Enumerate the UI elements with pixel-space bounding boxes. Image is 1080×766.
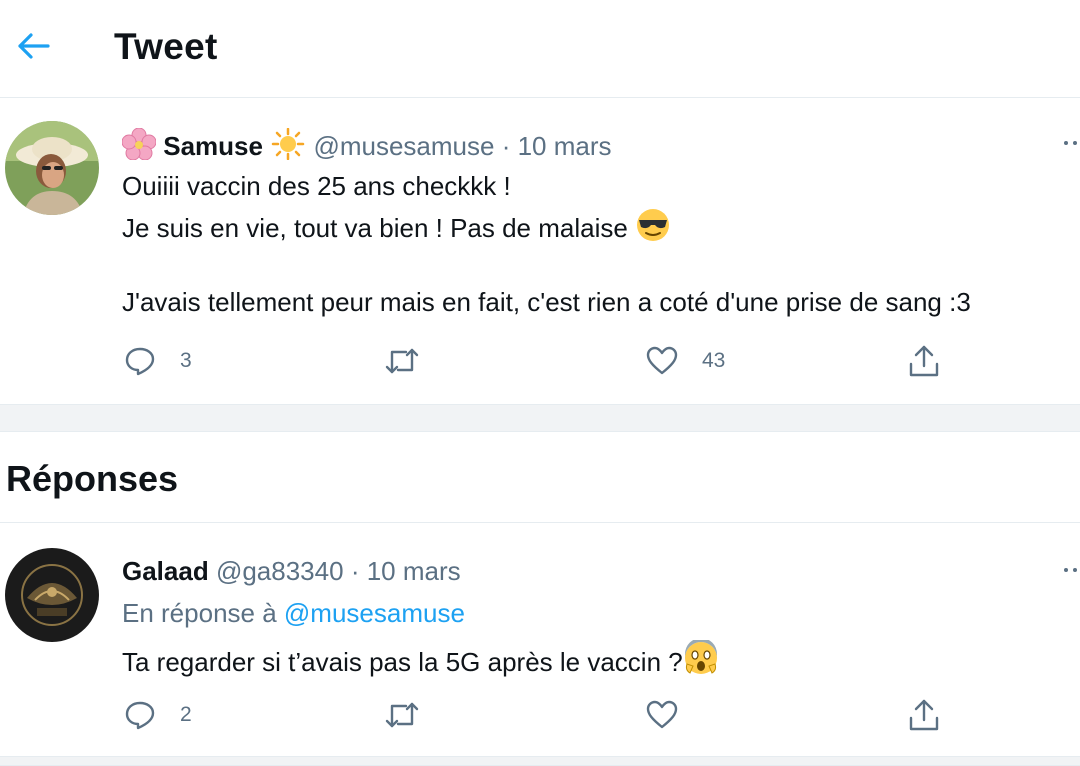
- bottom-divider: [0, 756, 1080, 766]
- reply-share-button[interactable]: [908, 698, 940, 732]
- retweet-icon: [385, 348, 419, 374]
- avatar-galaad[interactable]: [5, 548, 99, 642]
- reply-icon: [125, 701, 155, 730]
- reply-button[interactable]: 3: [124, 346, 192, 376]
- retweet-icon: [385, 702, 419, 728]
- author-name[interactable]: Samuse: [163, 131, 263, 161]
- reply-more-options-button[interactable]: [1064, 558, 1080, 582]
- reply-like-button[interactable]: [646, 700, 678, 730]
- share-icon: [909, 699, 939, 731]
- tweet-text-line-3: J'avais tellement peur mais en fait, c'e…: [122, 287, 971, 317]
- reply-text: Ta regarder si t’avais pas la 5G après l…: [122, 638, 719, 683]
- reply-reply-count: 2: [180, 703, 192, 726]
- like-count: 43: [702, 349, 726, 372]
- in-reply-prefix: En réponse à: [122, 598, 277, 628]
- like-button[interactable]: 43: [646, 346, 725, 376]
- tweet-text-line-1: Ouiiii vaccin des 25 ans checkkk !: [122, 171, 511, 201]
- reply-author-handle[interactable]: @ga83340: [216, 556, 344, 586]
- replies-heading: Réponses: [6, 458, 179, 499]
- tweet-text-line-2-text: Je suis en vie, tout va bien ! Pas de ma…: [122, 213, 628, 243]
- more-options-button[interactable]: [1064, 131, 1080, 155]
- share-button[interactable]: [908, 344, 940, 378]
- share-icon: [909, 345, 939, 377]
- retweet-button[interactable]: [384, 346, 420, 376]
- reply-reply-button[interactable]: 2: [124, 700, 192, 730]
- tweet-text-line-2: Je suis en vie, tout va bien ! Pas de ma…: [122, 208, 671, 249]
- cherry-blossom-icon: [121, 127, 157, 167]
- sun-icon: [270, 127, 306, 167]
- sunglasses-emoji-icon: [635, 208, 671, 249]
- heart-icon: [646, 346, 678, 375]
- reply-header: Galaad @ga83340 · 10 mars: [122, 555, 461, 587]
- meta-separator: ·: [501, 131, 511, 161]
- reply-author-name[interactable]: Galaad: [122, 556, 209, 586]
- tweet-date[interactable]: 10 mars: [518, 131, 612, 161]
- heart-icon: [646, 700, 678, 729]
- divider: [0, 522, 1080, 523]
- page-title: Tweet: [114, 26, 218, 67]
- in-reply-handle-link[interactable]: @musesamuse: [284, 598, 465, 628]
- reply-retweet-button[interactable]: [384, 700, 420, 730]
- arrow-left-icon: [18, 33, 50, 59]
- reply-date[interactable]: 10 mars: [367, 556, 461, 586]
- in-reply-to: En réponse à @musesamuse: [122, 597, 465, 629]
- section-divider: [0, 404, 1080, 432]
- reply-meta-separator: ·: [350, 556, 360, 586]
- author-handle[interactable]: @musesamuse: [313, 131, 494, 161]
- back-button[interactable]: [14, 26, 54, 66]
- reply-text-content: Ta regarder si t’avais pas la 5G après l…: [122, 647, 683, 677]
- header-bar: Tweet: [0, 0, 1080, 98]
- tweet-header: Samuse @musesamuse · 10 mars: [121, 127, 612, 167]
- reply-icon: [125, 347, 155, 376]
- avatar-samuse[interactable]: [5, 121, 99, 215]
- screaming-face-emoji-icon: [683, 638, 719, 683]
- reply-count: 3: [180, 349, 192, 372]
